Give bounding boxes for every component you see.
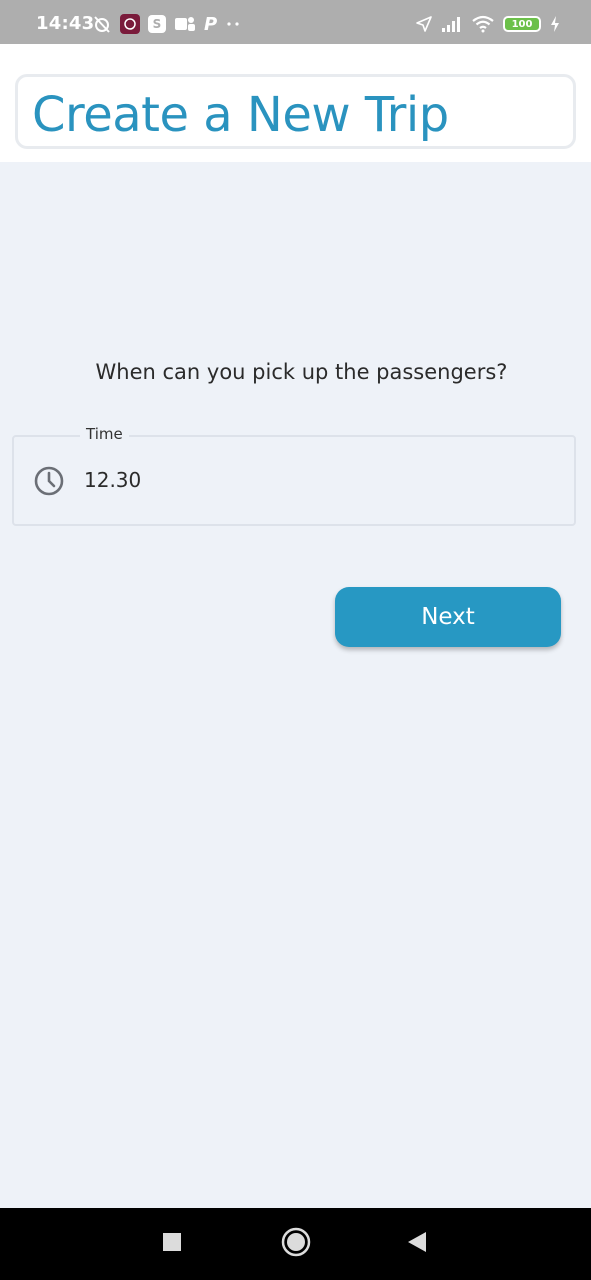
location-icon: [415, 15, 433, 33]
home-button[interactable]: [280, 1227, 312, 1261]
charging-icon: [549, 15, 561, 33]
triangle-back-icon: [406, 1230, 428, 1258]
page-title: Create a New Trip: [32, 87, 449, 143]
app-badge-icon: [120, 14, 140, 34]
status-time: 14:43: [36, 13, 95, 34]
time-value: 12.30: [84, 468, 142, 492]
more-dots-icon: [225, 14, 241, 34]
header: Create a New Trip: [0, 44, 591, 162]
back-button[interactable]: [404, 1230, 430, 1258]
clock-icon: [33, 465, 65, 497]
recents-button[interactable]: [160, 1232, 184, 1256]
status-icons-left: S P: [92, 13, 241, 35]
title-box: Create a New Trip: [15, 74, 576, 149]
next-button[interactable]: Next: [335, 587, 561, 647]
p-icon: P: [204, 13, 218, 35]
app-s-icon: S: [148, 15, 166, 33]
alarm-off-icon: [92, 14, 112, 34]
wifi-icon: [471, 15, 495, 33]
status-icons-right: 100: [415, 14, 561, 34]
circle-icon: [281, 1227, 311, 1261]
signal-icon: [441, 15, 463, 33]
time-field[interactable]: Time 12.30: [12, 425, 576, 526]
status-bar: 14:43 S P 100: [0, 0, 591, 44]
teams-icon: [174, 14, 196, 34]
square-icon: [162, 1232, 182, 1256]
battery-icon: 100: [503, 16, 541, 32]
nav-bar: [0, 1208, 591, 1280]
time-field-label: Time: [80, 425, 129, 443]
question-text: When can you pick up the passengers?: [95, 360, 508, 384]
